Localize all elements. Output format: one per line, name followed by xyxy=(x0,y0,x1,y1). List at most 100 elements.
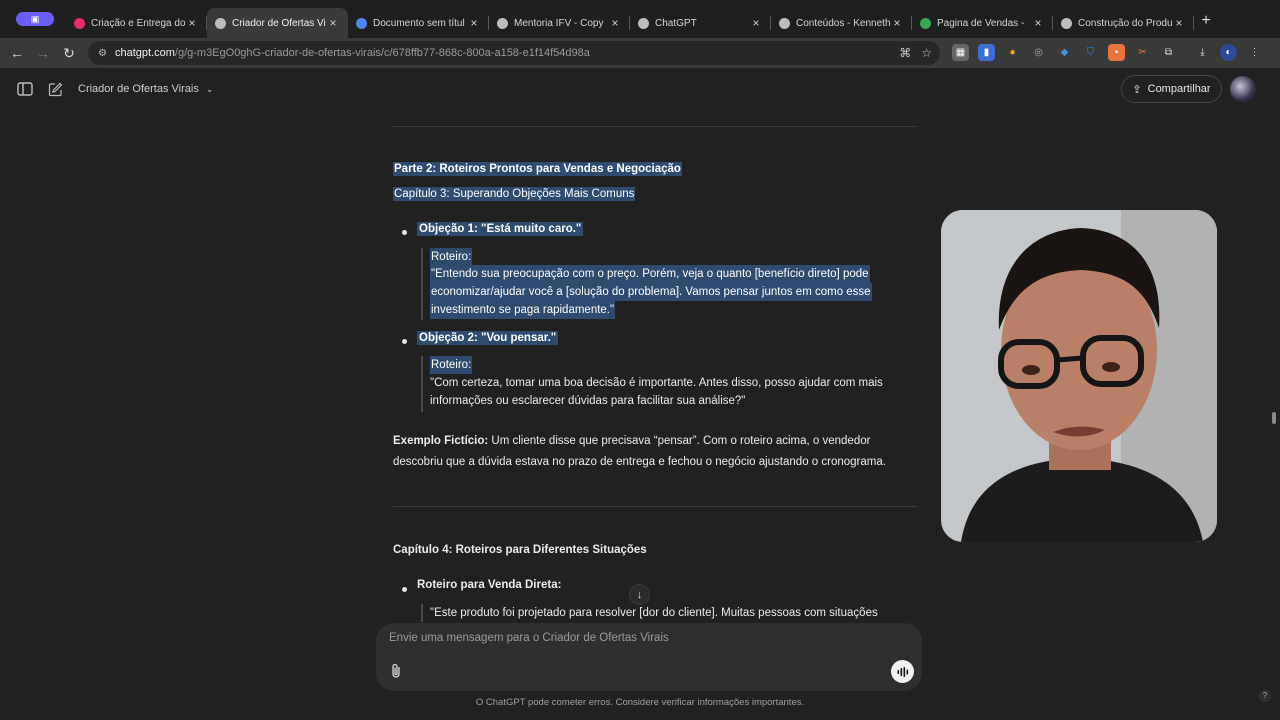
globe-icon xyxy=(779,17,790,29)
extension-icon[interactable]: ▮ xyxy=(978,44,995,61)
tab-title: Construção do Produ xyxy=(1078,17,1172,29)
voice-mode-button[interactable] xyxy=(891,660,914,683)
chatgpt-icon xyxy=(638,17,649,29)
browser-tab[interactable]: Construção do Produ × xyxy=(1053,8,1194,38)
browser-menu-icon[interactable]: ⋮ xyxy=(1246,44,1263,61)
chapter-heading: Capítulo 4: Roteiros para Diferentes Sit… xyxy=(393,544,647,556)
browser-tab-bar: ▣ Criação e Entrega do × Criador de Oferta… xyxy=(0,0,1280,38)
drive-icon xyxy=(920,17,931,29)
address-bar[interactable]: ⚙ chatgpt.com/g/g-m3EgO0ghG-criador-de-o… xyxy=(88,41,940,65)
quote-bar xyxy=(421,356,423,412)
translate-icon[interactable]: ⌘ xyxy=(899,46,911,60)
close-tab-icon[interactable]: × xyxy=(1031,16,1045,30)
chevron-down-icon: ⌄ xyxy=(205,84,214,94)
chat-header: Criador de Ofertas Virais ⌄ ⇪ Compartilh… xyxy=(0,68,1280,110)
globe-icon xyxy=(1061,17,1072,29)
chatgpt-icon xyxy=(215,17,226,29)
part-heading: Parte 2: Roteiros Prontos para Vendas e … xyxy=(393,162,682,176)
scrollbar-thumb[interactable] xyxy=(1272,412,1276,424)
webcam-overlay xyxy=(941,210,1217,542)
tab-title: Conteúdos - Kenneth xyxy=(796,17,890,29)
script-text-line: investimento se paga rapidamente." xyxy=(430,301,616,319)
extension-icon[interactable]: ◆ xyxy=(1056,44,1073,61)
forward-icon[interactable]: → xyxy=(30,45,56,61)
extensions-row: ▦ ▮ ● ◎ ◆ ⛉ ▪ ✂ ⧉ ⤓ ◐ ⋮ xyxy=(952,44,1263,61)
profile-avatar-icon[interactable]: ◐ xyxy=(1220,44,1237,61)
example-label: Exemplo Fictício: xyxy=(393,435,489,447)
browser-tab[interactable]: Criação e Entrega do × xyxy=(66,8,207,38)
extension-icon[interactable]: ✂ xyxy=(1134,44,1151,61)
tab-title: Criação e Entrega do xyxy=(91,17,185,29)
download-icon[interactable]: ⤓ xyxy=(1194,44,1211,61)
example-paragraph: Exemplo Fictício: Um cliente disse que p… xyxy=(393,431,870,452)
voice-waveform-icon xyxy=(897,666,908,677)
tab-separator xyxy=(1193,16,1194,30)
browser-tab[interactable]: Documento sem títul × xyxy=(348,8,489,38)
example-text-line: descobriu que a dúvida estava no prazo d… xyxy=(393,456,886,468)
site-settings-icon[interactable]: ⚙ xyxy=(98,48,107,59)
divider xyxy=(393,126,917,127)
url-path: /g/g-m3EgO0ghG-criador-de-ofertas-virais… xyxy=(174,47,590,59)
docs-icon xyxy=(356,17,367,29)
script-text-line: informações ou esclarecer dúvidas para f… xyxy=(430,395,746,407)
new-tab-button[interactable]: + xyxy=(1194,12,1218,30)
close-tab-icon[interactable]: × xyxy=(185,16,199,30)
close-tab-icon[interactable]: × xyxy=(608,16,622,30)
extension-icon[interactable]: ◎ xyxy=(1030,44,1047,61)
script-text-line: economizar/ajudar você a [solução do pro… xyxy=(430,283,872,301)
browser-tab[interactable]: Criador de Ofertas Vi × xyxy=(207,8,348,38)
close-tab-icon[interactable]: × xyxy=(326,16,340,30)
reload-icon[interactable]: ↻ xyxy=(56,45,82,62)
gpt-selector[interactable]: Criador de Ofertas Virais ⌄ xyxy=(78,83,213,95)
browser-tab[interactable]: ChatGPT × xyxy=(630,8,771,38)
profile-badge[interactable]: ▣ xyxy=(16,12,54,26)
close-tab-icon[interactable]: × xyxy=(1172,16,1186,30)
objection-title: Objeção 2: "Vou pensar." xyxy=(417,331,559,345)
extensions-puzzle-icon[interactable]: ⧉ xyxy=(1160,44,1177,61)
script-label: Roteiro: xyxy=(430,356,473,374)
close-tab-icon[interactable]: × xyxy=(749,16,763,30)
help-button[interactable]: ? xyxy=(1259,690,1271,702)
browser-tab[interactable]: Conteúdos - Kenneth × xyxy=(771,8,912,38)
extension-icon[interactable]: ⛉ xyxy=(1082,44,1099,61)
extension-icon[interactable]: ▪ xyxy=(1108,44,1125,61)
avatar[interactable] xyxy=(1230,76,1256,102)
share-button[interactable]: ⇪ Compartilhar xyxy=(1121,75,1222,103)
objection-title: Objeção 1: "Está muito caro." xyxy=(417,222,584,236)
browser-tab[interactable]: Mentoria IFV - Copy × xyxy=(489,8,630,38)
message-input[interactable]: Envie uma mensagem para o Criador de Ofe… xyxy=(389,632,669,644)
attach-icon[interactable] xyxy=(389,663,405,681)
webcam-person-image xyxy=(941,210,1217,542)
bullet xyxy=(402,587,407,592)
bullet xyxy=(402,230,407,235)
tab-title: ChatGPT xyxy=(655,17,697,29)
instagram-icon xyxy=(74,17,85,29)
quote-bar xyxy=(421,248,423,320)
close-tab-icon[interactable]: × xyxy=(467,16,481,30)
extension-icon[interactable]: ▦ xyxy=(952,44,969,61)
back-icon[interactable]: ← xyxy=(4,45,30,61)
script-text-line: "Com certeza, tomar uma boa decisão é im… xyxy=(430,377,883,389)
tab-title: Mentoria IFV - Copy xyxy=(514,17,604,29)
script-text-line: "Este produto foi projetado para resolve… xyxy=(430,607,878,619)
chapter-heading: Capítulo 3: Superando Objeções Mais Comu… xyxy=(393,187,636,201)
tab-title: Criador de Ofertas Vi xyxy=(232,17,326,29)
scroll-down-button[interactable]: ↓ xyxy=(629,584,650,605)
message-composer[interactable]: Envie uma mensagem para o Criador de Ofe… xyxy=(376,623,922,691)
close-tab-icon[interactable]: × xyxy=(890,16,904,30)
tab-title: Documento sem títul xyxy=(373,17,465,29)
browser-tab[interactable]: Pagina de Vendas - × xyxy=(912,8,1053,38)
gpt-name: Criador de Ofertas Virais xyxy=(78,83,199,95)
quote-bar xyxy=(421,604,423,622)
bookmark-star-icon[interactable]: ☆ xyxy=(921,46,932,60)
share-label: Compartilhar xyxy=(1147,83,1211,95)
chatgpt-icon xyxy=(497,17,508,29)
url-host: chatgpt.com xyxy=(114,47,175,59)
sidebar-toggle-icon[interactable] xyxy=(14,78,36,100)
script-text-line: "Entendo sua preocupação com o preço. Po… xyxy=(430,265,870,283)
extension-icon[interactable]: ● xyxy=(1004,44,1021,61)
bullet xyxy=(402,339,407,344)
example-text: Um cliente disse que precisava “pensar”.… xyxy=(488,435,871,447)
script-label: Roteiro: xyxy=(430,248,473,266)
new-chat-icon[interactable] xyxy=(44,78,66,100)
